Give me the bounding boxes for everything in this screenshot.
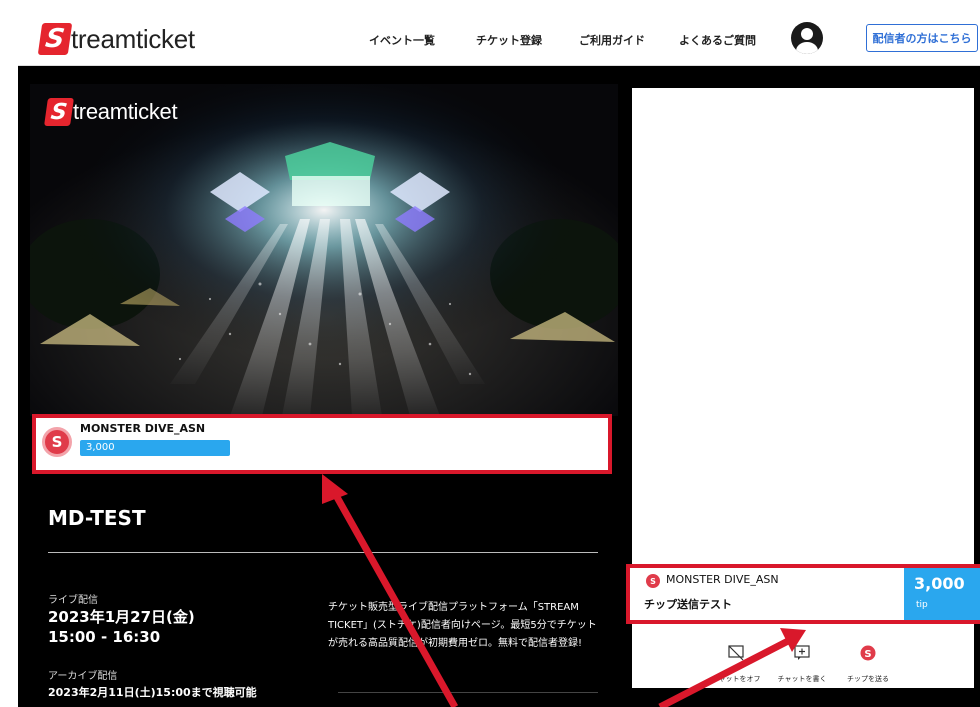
tip-sender-name: MONSTER DIVE_ASN xyxy=(80,422,206,435)
title-divider xyxy=(48,552,598,553)
chat-tip-amount: 3,000 xyxy=(914,574,965,593)
chat-tip-amount-badge: 3,000 tip xyxy=(904,568,980,620)
chat-action-bar: チャットをオフ チャットを書く S チップを送る xyxy=(632,644,974,684)
live-label: ライブ配信 xyxy=(48,595,98,606)
chat-tip-unit: tip xyxy=(916,600,928,610)
concert-stage-image xyxy=(30,84,618,416)
chat-tip-text: チップ送信テスト xyxy=(644,598,732,611)
site-header: S treamticket イベント一覧 チケット登録 ご利用ガイド よくあるご… xyxy=(18,14,980,66)
tip-sender-icon: S xyxy=(42,427,72,457)
svg-text:S: S xyxy=(864,649,871,660)
chat-tip-sender-icon: S xyxy=(646,574,660,588)
nav-events[interactable]: イベント一覧 xyxy=(369,32,435,48)
chat-panel: S MONSTER DIVE_ASN チップ送信テスト 3,000 tip チャ… xyxy=(626,88,980,688)
archive-until: 2023年2月11日(土)15:00まで視聴可能 xyxy=(48,686,257,699)
video-overlay-logo: S treamticket xyxy=(44,98,178,126)
live-date: 2023年1月27日(金) xyxy=(48,608,195,626)
nav-guide[interactable]: ご利用ガイド xyxy=(579,32,645,48)
video-logo-mark: S xyxy=(44,98,74,126)
chat-tip-message: S MONSTER DIVE_ASN チップ送信テスト 3,000 tip xyxy=(626,564,980,624)
video-player[interactable]: S treamticket xyxy=(30,84,618,416)
send-tip-label: チップを送る xyxy=(847,675,889,683)
nav-faq[interactable]: よくあるご質問 xyxy=(679,32,756,48)
event-title: MD-TEST xyxy=(48,506,146,530)
streamer-button[interactable]: 配信者の方はこちら xyxy=(866,24,978,52)
tip-notification-overlay: S MONSTER DIVE_ASN 3,000 xyxy=(32,414,612,474)
nav-ticket-register[interactable]: チケット登録 xyxy=(476,32,542,48)
user-avatar-icon[interactable] xyxy=(791,22,823,54)
write-chat-label: チャットを書く xyxy=(777,675,827,683)
main-nav: イベント一覧 チケット登録 ご利用ガイド よくあるご質問 xyxy=(18,14,980,66)
chat-off-label: チャットをオフ xyxy=(711,675,761,683)
chat-off-icon xyxy=(728,645,744,661)
live-time: 15:00 - 16:30 xyxy=(48,628,161,646)
main-content: S treamticket S MONSTER DIVE_ASN 3,000 M… xyxy=(18,66,980,707)
send-tip-button[interactable]: S チップを送る xyxy=(828,644,908,685)
description-divider xyxy=(338,692,598,693)
event-description: チケット販売型ライブ配信プラットフォーム「STREAM TICKET」(ストチケ… xyxy=(328,602,597,649)
tip-coin-icon: S xyxy=(860,645,876,661)
video-logo-wordmark: treamticket xyxy=(73,99,178,124)
tip-amount-bar: 3,000 xyxy=(80,440,230,456)
write-chat-icon xyxy=(794,645,810,660)
archive-label: アーカイブ配信 xyxy=(48,671,118,682)
page: S treamticket イベント一覧 チケット登録 ご利用ガイド よくあるご… xyxy=(0,0,980,707)
chat-tip-sender-name: MONSTER DIVE_ASN xyxy=(666,573,779,586)
